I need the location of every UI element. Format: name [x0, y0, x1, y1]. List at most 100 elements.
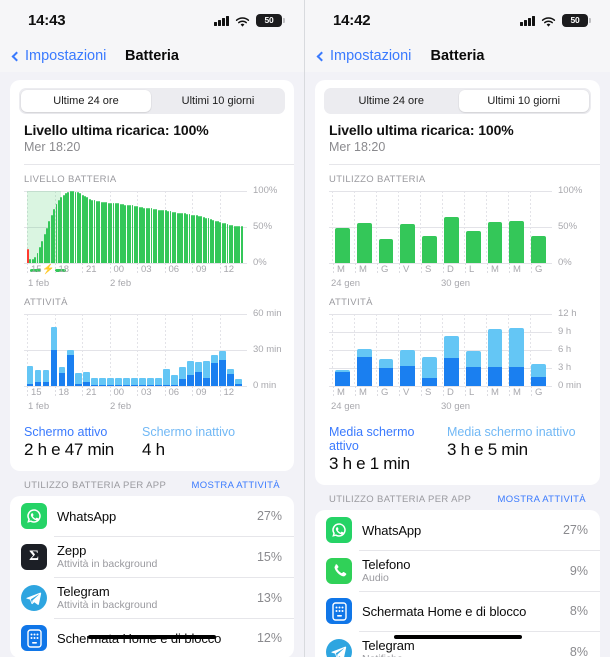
x-tick: L — [464, 386, 475, 398]
x-subtick: 2 feb — [110, 278, 132, 289]
bar — [174, 211, 177, 263]
bar — [48, 221, 51, 263]
bar — [356, 223, 372, 263]
bar-segment-active — [83, 382, 90, 386]
bar-segment-active — [35, 382, 42, 386]
bar — [422, 235, 437, 263]
status-time: 14:42 — [333, 11, 371, 29]
tab-last-10-days[interactable]: Ultimi 10 giorni — [458, 90, 589, 112]
screen-active-col: Media schermo attivo 3 h e 1 min — [329, 425, 447, 474]
app-usage-row[interactable]: Σ Zepp Attività in background 15% — [10, 536, 294, 577]
battery-status-badge: 50 — [256, 13, 285, 27]
back-button[interactable]: Impostazioni — [316, 48, 411, 64]
bar — [148, 208, 150, 263]
tab-last-24h[interactable]: Ultime 24 ore — [21, 90, 151, 112]
bar-segment-active — [99, 384, 106, 386]
app-usage-row[interactable]: Schermata Home e di blocco 8% — [315, 591, 600, 631]
bar-segment-inactive — [123, 377, 130, 385]
app-text: TelegramNotifiche — [362, 638, 570, 657]
bars — [335, 314, 546, 386]
screen-active-label: Schermo attivo — [24, 425, 108, 439]
bar-stack — [163, 369, 170, 386]
activity-chart-label: ATTIVITÀ — [24, 297, 68, 308]
bar — [129, 205, 131, 263]
bar-segment-active — [227, 374, 234, 386]
x-tick: 03 — [137, 263, 152, 275]
bar — [186, 214, 188, 263]
segmented-control[interactable]: Ultime 24 ore Ultimi 10 giorni — [324, 88, 591, 114]
screen-last-10-days: 14:42 50 Impostazioni Batteria Ultime 24 — [305, 0, 610, 657]
x-tick: L — [464, 263, 475, 275]
bar-segment-active — [67, 354, 74, 386]
app-text: Zepp Attività in background — [57, 543, 257, 570]
bar-segment-active — [43, 382, 50, 386]
battery-usage-y-axis: 100% 50% 0% — [558, 185, 600, 269]
segmented-control[interactable]: Ultime 24 ore Ultimi 10 giorni — [19, 88, 285, 114]
x-subtick: 24 gen — [331, 401, 361, 412]
app-name: Telegram — [362, 638, 415, 653]
y-tick: 100% — [558, 185, 583, 196]
bar-segment-inactive — [422, 356, 437, 379]
bar-segment-inactive — [171, 375, 178, 385]
bar — [41, 240, 44, 263]
bar-segment-inactive — [155, 377, 162, 385]
app-usage-row[interactable]: WhatsApp 27% — [10, 496, 294, 536]
bar — [117, 203, 120, 263]
show-activity-button[interactable]: MOSTRA ATTIVITÀ — [498, 494, 586, 505]
app-usage-row[interactable]: WhatsApp 27% — [315, 510, 600, 550]
tab-last-10-days[interactable]: Ultimi 10 giorni — [153, 90, 283, 112]
bar-segment-inactive — [163, 369, 170, 385]
home-indicator — [88, 634, 216, 639]
y-tick: 0 min — [253, 380, 277, 391]
app-percent: 15% — [256, 549, 282, 564]
bar-segment-active — [509, 366, 525, 386]
bar-stack — [235, 378, 242, 386]
activity-chart: 60 min 30 min 0 min — [24, 308, 282, 391]
bar-segment-active — [235, 383, 242, 386]
x-tick: 21 — [82, 263, 97, 275]
y-tick: 30 min — [253, 344, 282, 355]
apps-section-header: UTILIZZO BATTERIA PER APP MOSTRA ATTIVIT… — [315, 485, 600, 510]
wifi-icon — [235, 15, 250, 27]
y-tick: 50% — [558, 221, 578, 232]
back-button[interactable]: Impostazioni — [11, 48, 107, 64]
battery-usage-x-subaxis: 24 gen 30 gen — [329, 278, 552, 291]
bar — [335, 228, 350, 263]
battery-status-badge: 50 — [562, 13, 591, 27]
bar-segment-inactive — [465, 351, 481, 368]
x-tick: M — [333, 386, 345, 398]
bar-segment-active — [59, 372, 66, 386]
show-activity-button[interactable]: MOSTRA ATTIVITÀ — [192, 480, 280, 491]
x-tick: G — [376, 263, 389, 275]
back-label: Impostazioni — [25, 48, 107, 64]
app-name: Zepp — [57, 543, 87, 558]
bar-segment-inactive — [115, 377, 122, 385]
tab-last-24h[interactable]: Ultime 24 ore — [326, 90, 457, 112]
bar — [155, 209, 158, 263]
home-indicator — [393, 634, 522, 639]
bar-segment-active — [422, 378, 437, 386]
content-area: Ultime 24 ore Ultimi 10 giorni Livello u… — [0, 72, 304, 657]
bar-segment-inactive — [187, 360, 194, 376]
bar — [200, 216, 203, 263]
bar-segment-active — [123, 384, 130, 386]
bar — [136, 206, 139, 263]
bar-stack — [147, 377, 154, 386]
chevron-left-icon — [11, 51, 22, 61]
bar-segment-active — [487, 366, 503, 386]
battery-level-chart-block: LIVELLO BATTERIA 100% 50% 0% ⚡ 15 18 21 00 0… — [10, 165, 294, 293]
bar-segment-inactive — [99, 377, 106, 385]
app-text: Telegram Attività in background — [57, 584, 257, 611]
screen-inactive-col: Schermo inattivo 4 h — [142, 425, 235, 460]
bar-stack — [75, 372, 82, 386]
bar — [219, 221, 222, 263]
bar-segment-active — [195, 371, 202, 386]
bar — [72, 191, 74, 263]
bar-segment-inactive — [139, 377, 146, 385]
app-usage-row[interactable]: Telegram Attività in background 13% — [10, 577, 294, 618]
app-usage-row[interactable]: Telefono Audio 9% — [315, 550, 600, 591]
bar-stack — [356, 348, 372, 386]
bar-stack — [27, 365, 34, 386]
bar-stack — [123, 377, 130, 386]
activity-x-subaxis: 24 gen 30 gen — [329, 401, 552, 414]
